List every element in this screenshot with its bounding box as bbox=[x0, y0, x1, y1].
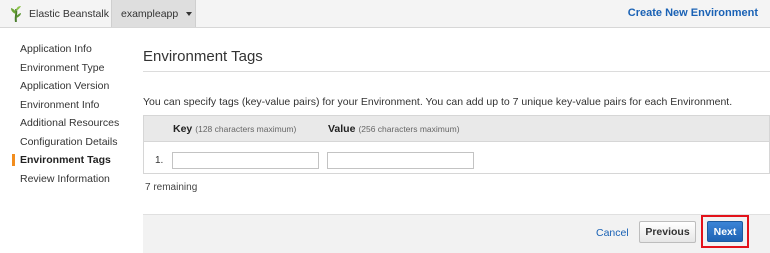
page-title: Environment Tags bbox=[143, 48, 263, 65]
tag-key-input[interactable] bbox=[172, 152, 319, 169]
chevron-down-icon bbox=[186, 11, 193, 16]
next-button[interactable]: Next bbox=[707, 221, 743, 242]
key-column-header: Key (128 characters maximum) bbox=[173, 123, 296, 135]
tags-table: Key (128 characters maximum) Value (256 ch… bbox=[143, 115, 770, 174]
page-description: You can specify tags (key-value pairs) f… bbox=[143, 96, 733, 108]
cancel-link[interactable]: Cancel bbox=[596, 227, 629, 239]
wizard-steps-sidebar: Application Info Environment Type Applic… bbox=[12, 40, 132, 188]
wizard-footer: Cancel Previous Next bbox=[143, 214, 770, 253]
previous-button[interactable]: Previous bbox=[639, 221, 696, 243]
brand[interactable]: Elastic Beanstalk bbox=[0, 0, 109, 27]
value-column-title: Value bbox=[328, 123, 356, 135]
sidebar-item-environment-type[interactable]: Environment Type bbox=[12, 59, 132, 78]
tags-table-header: Key (128 characters maximum) Value (256 ch… bbox=[144, 116, 769, 142]
next-button-highlight: Next bbox=[701, 215, 749, 248]
sidebar-item-environment-tags[interactable]: Environment Tags bbox=[12, 151, 132, 170]
application-selector[interactable]: exampleapp bbox=[111, 0, 196, 27]
key-column-hint: (128 characters maximum) bbox=[195, 124, 297, 134]
title-divider bbox=[143, 71, 770, 72]
value-column-header: Value (256 characters maximum) bbox=[328, 123, 460, 135]
sidebar-item-application-version[interactable]: Application Version bbox=[12, 77, 132, 96]
row-number: 1. bbox=[155, 155, 164, 166]
sidebar-item-environment-info[interactable]: Environment Info bbox=[12, 96, 132, 115]
tag-value-input[interactable] bbox=[327, 152, 474, 169]
sidebar-item-additional-resources[interactable]: Additional Resources bbox=[12, 114, 132, 133]
sidebar-item-configuration-details[interactable]: Configuration Details bbox=[12, 133, 132, 152]
sidebar-item-application-info[interactable]: Application Info bbox=[12, 40, 132, 59]
application-selector-label: exampleapp bbox=[121, 7, 179, 20]
brand-name: Elastic Beanstalk bbox=[29, 7, 109, 20]
key-column-title: Key bbox=[173, 123, 193, 135]
top-bar: Elastic Beanstalk exampleapp Create New … bbox=[0, 0, 770, 28]
remaining-count: 7 remaining bbox=[145, 182, 198, 193]
sidebar-item-review-information[interactable]: Review Information bbox=[12, 170, 132, 189]
beanstalk-logo-icon bbox=[11, 6, 21, 22]
value-column-hint: (256 characters maximum) bbox=[358, 124, 460, 134]
create-new-environment-link[interactable]: Create New Environment bbox=[628, 7, 758, 19]
